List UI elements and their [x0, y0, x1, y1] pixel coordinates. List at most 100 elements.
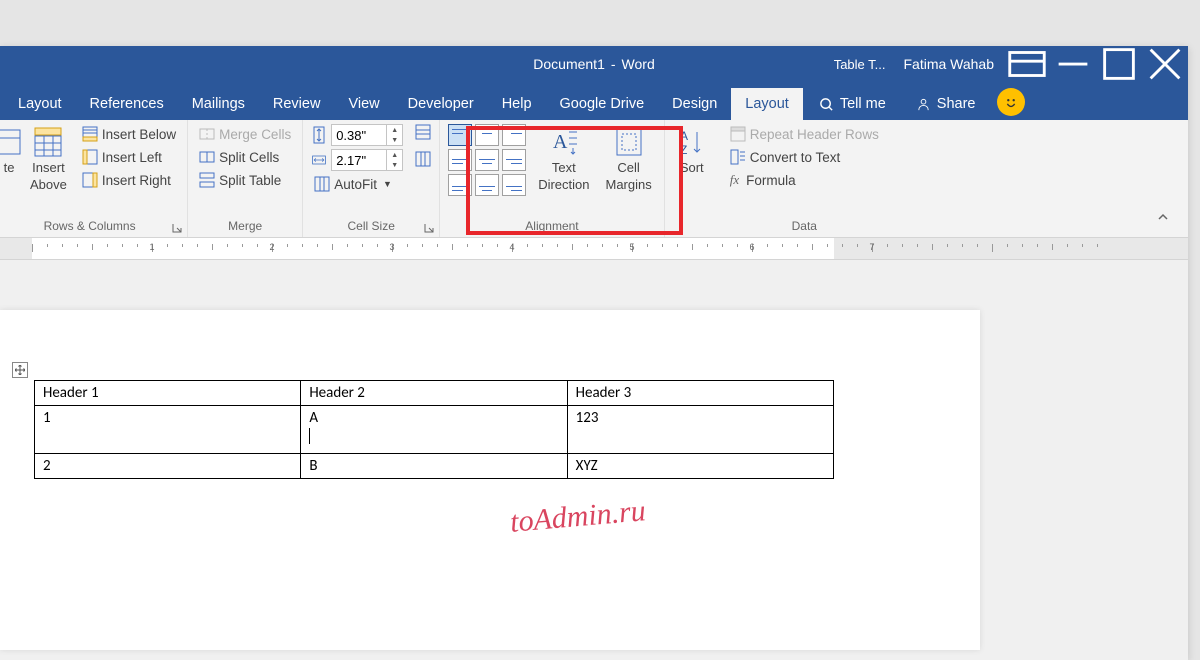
- group-rows-columns: te Insert Above Insert Below Insert Left…: [0, 120, 188, 237]
- insert-above-button[interactable]: Insert Above: [26, 124, 71, 194]
- header-cell[interactable]: Header 1: [35, 381, 301, 406]
- cell-margins-button[interactable]: Cell Margins: [602, 124, 656, 194]
- distribute-rows-button[interactable]: [415, 124, 431, 145]
- repeat-header-rows-button: Repeat Header Rows: [727, 124, 882, 144]
- sort-button[interactable]: AZ Sort: [673, 124, 711, 177]
- align-top-center[interactable]: [475, 124, 499, 146]
- row-height-input[interactable]: [332, 128, 386, 143]
- row-height-spinner[interactable]: ▲▼: [331, 124, 403, 146]
- insert-label: Insert: [32, 160, 65, 175]
- insert-left-label: Insert Left: [102, 150, 162, 165]
- document-table[interactable]: Header 1 Header 2 Header 3 1 A 123 2 B X…: [34, 380, 834, 479]
- col-width-spinner[interactable]: ▲▼: [331, 149, 403, 171]
- tab-mailings[interactable]: Mailings: [178, 88, 259, 120]
- tab-developer[interactable]: Developer: [394, 88, 488, 120]
- table-cell[interactable]: 2: [35, 454, 301, 479]
- group-alignment: A Text Direction Cell Margins Alignment: [440, 120, 665, 237]
- fx-icon: fx: [730, 172, 739, 188]
- tab-google-drive[interactable]: Google Drive: [546, 88, 659, 120]
- alignment-grid: [448, 124, 526, 196]
- share-button[interactable]: Share: [902, 88, 990, 120]
- split-cells-button[interactable]: Split Cells: [196, 147, 294, 167]
- rows-columns-dialog-launcher[interactable]: [171, 221, 183, 233]
- insert-right-button[interactable]: Insert Right: [79, 170, 179, 190]
- col-width-input[interactable]: [332, 153, 386, 168]
- row-height-icon: [311, 125, 327, 145]
- insert-right-label: Insert Right: [102, 173, 171, 188]
- insert-below-button[interactable]: Insert Below: [79, 124, 179, 144]
- document-area: Header 1 Header 2 Header 3 1 A 123 2 B X…: [0, 260, 1188, 660]
- width-up-arrow[interactable]: ▲: [387, 150, 402, 160]
- table-cell[interactable]: 123: [567, 406, 833, 454]
- tab-help[interactable]: Help: [488, 88, 546, 120]
- convert-to-text-button[interactable]: Convert to Text: [727, 147, 882, 167]
- tab-references[interactable]: References: [76, 88, 178, 120]
- header-cell[interactable]: Header 3: [567, 381, 833, 406]
- above-label: Above: [30, 177, 67, 192]
- align-middle-left[interactable]: [448, 149, 472, 171]
- alignment-group-label: Alignment: [448, 217, 656, 235]
- close-button[interactable]: [1142, 46, 1188, 82]
- document-name: Document1: [533, 56, 605, 72]
- text-cursor: [309, 428, 310, 444]
- delete-label: te: [4, 160, 15, 175]
- sort-label: Sort: [680, 160, 704, 175]
- tell-me-label: Tell me: [840, 96, 886, 112]
- cell-size-dialog-launcher[interactable]: [423, 221, 435, 233]
- align-middle-right[interactable]: [502, 149, 526, 171]
- titlebar: Document1 - Word Table T... Fatima Wahab: [0, 46, 1188, 82]
- minimize-button[interactable]: [1050, 46, 1096, 82]
- table-row[interactable]: 1 A 123: [35, 406, 834, 454]
- tell-me-search[interactable]: Tell me: [805, 88, 900, 120]
- horizontal-ruler[interactable]: 1234567: [0, 238, 1188, 260]
- text-direction-button[interactable]: A Text Direction: [534, 124, 593, 194]
- tab-review[interactable]: Review: [259, 88, 335, 120]
- data-group-label: Data: [727, 217, 882, 235]
- header-cell[interactable]: Header 2: [301, 381, 567, 406]
- titlebar-title: Document1 - Word: [533, 56, 654, 72]
- page[interactable]: Header 1 Header 2 Header 3 1 A 123 2 B X…: [0, 310, 980, 650]
- rows-columns-group-label: Rows & Columns: [0, 217, 179, 235]
- feedback-smiley-icon[interactable]: [997, 88, 1025, 116]
- table-cell[interactable]: B: [301, 454, 567, 479]
- table-header-row[interactable]: Header 1 Header 2 Header 3: [35, 381, 834, 406]
- align-bottom-right[interactable]: [502, 174, 526, 196]
- table-cell[interactable]: 1: [35, 406, 301, 454]
- formula-button[interactable]: fxFormula: [727, 170, 882, 190]
- table-cell[interactable]: A: [301, 406, 567, 454]
- align-top-right[interactable]: [502, 124, 526, 146]
- align-top-left[interactable]: [448, 124, 472, 146]
- table-move-handle[interactable]: [12, 362, 28, 378]
- height-down-arrow[interactable]: ▼: [387, 135, 402, 145]
- ribbon-display-button[interactable]: [1004, 46, 1050, 82]
- search-icon: [819, 97, 834, 112]
- insert-left-button[interactable]: Insert Left: [79, 147, 179, 167]
- align-bottom-center[interactable]: [475, 174, 499, 196]
- split-table-button[interactable]: Split Table: [196, 170, 294, 190]
- delete-button-partial[interactable]: te: [0, 124, 18, 177]
- height-up-arrow[interactable]: ▲: [387, 125, 402, 135]
- merge-cells-button: Merge Cells: [196, 124, 294, 144]
- ribbon: te Insert Above Insert Below Insert Left…: [0, 120, 1188, 238]
- group-merge: Merge Cells Split Cells Split Table Merg…: [188, 120, 303, 237]
- insert-below-label: Insert Below: [102, 127, 176, 142]
- text-direction-label2: Direction: [538, 177, 589, 192]
- align-middle-center[interactable]: [475, 149, 499, 171]
- tab-layout-table[interactable]: Layout: [731, 88, 803, 120]
- collapse-ribbon-button[interactable]: [1156, 210, 1170, 229]
- app-name: Word: [622, 56, 655, 72]
- text-direction-label1: Text: [552, 160, 576, 175]
- distribute-cols-button[interactable]: [415, 151, 431, 172]
- maximize-button[interactable]: [1096, 46, 1142, 82]
- table-row[interactable]: 2 B XYZ: [35, 454, 834, 479]
- align-bottom-left[interactable]: [448, 174, 472, 196]
- autofit-button[interactable]: AutoFit▼: [311, 174, 403, 194]
- tab-layout-page[interactable]: Layout: [4, 88, 76, 120]
- tab-view[interactable]: View: [334, 88, 393, 120]
- table-cell[interactable]: XYZ: [567, 454, 833, 479]
- share-icon: [916, 97, 931, 112]
- width-down-arrow[interactable]: ▼: [387, 160, 402, 170]
- tab-design[interactable]: Design: [658, 88, 731, 120]
- merge-group-label: Merge: [196, 217, 294, 235]
- convert-text-label: Convert to Text: [750, 150, 841, 165]
